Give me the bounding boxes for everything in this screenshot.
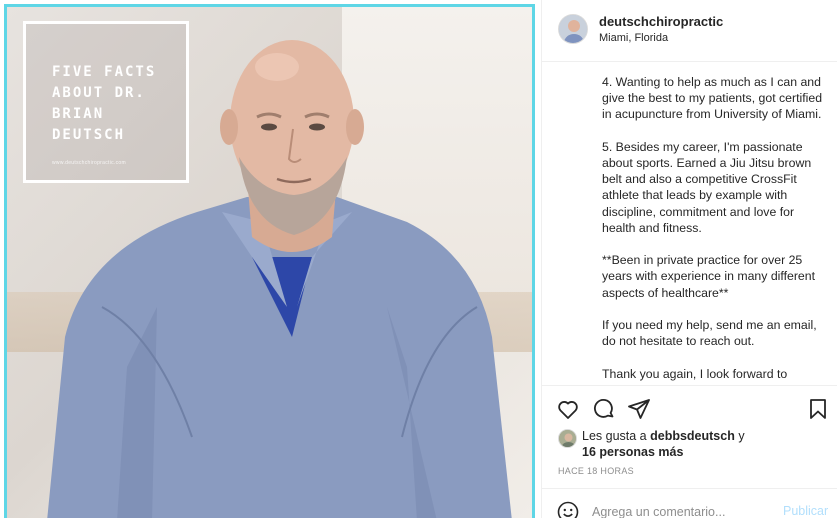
headline-line: ABOUT DR.	[52, 85, 146, 101]
heart-icon[interactable]	[556, 397, 580, 421]
post-side-panel: deutschchiropractic Miami, Florida 4. Wa…	[541, 0, 837, 518]
caption-paragraph: If you need my help, send me an email, d…	[602, 318, 817, 349]
post-comment-button[interactable]: Publicar	[783, 504, 828, 518]
post-media[interactable]: FIVE FACTS ABOUT DR. BRIAN DEUTSCH www.d…	[0, 0, 541, 518]
likes-prefix: Les gusta a	[582, 429, 651, 443]
post-header: deutschchiropractic Miami, Florida	[542, 0, 837, 62]
caption-paragraph: Thank you again, I look forward to	[602, 366, 788, 381]
liker-avatar-image	[559, 430, 576, 447]
comment-bubble-icon[interactable]	[592, 397, 616, 421]
username-link[interactable]: deutschchiropractic	[599, 14, 723, 29]
paper-plane-icon[interactable]	[627, 397, 651, 421]
location-link[interactable]: Miami, Florida	[599, 32, 668, 44]
five-facts-overlay: FIVE FACTS ABOUT DR. BRIAN DEUTSCH www.d…	[23, 21, 189, 183]
overlay-website: www.deutschchiropractic.com	[52, 160, 126, 166]
post-timestamp[interactable]: HACE 18 HORAS	[558, 466, 634, 476]
caption-paragraph: 4. Wanting to help as much as I can and …	[602, 75, 823, 122]
post-photo: FIVE FACTS ABOUT DR. BRIAN DEUTSCH www.d…	[4, 4, 535, 518]
caption-paragraph: **Been in private practice for over 25 y…	[602, 253, 816, 300]
likes-others-link[interactable]: 16 personas más	[582, 445, 683, 459]
caption-area: 4. Wanting to help as much as I can and …	[542, 62, 837, 386]
comment-input[interactable]	[592, 503, 772, 518]
likes-text: Les gusta a debbsdeutsch y 16 personas m…	[582, 428, 745, 460]
avatar[interactable]	[558, 14, 588, 44]
headline-line: DEUTSCH	[52, 127, 126, 143]
caption-paragraph: 5. Besides my career, I'm passionate abo…	[602, 139, 812, 235]
liker-username-link[interactable]: debbsdeutsch	[650, 429, 735, 443]
smiley-icon[interactable]	[556, 500, 580, 518]
liker-avatar[interactable]	[558, 429, 577, 448]
likes-summary: Les gusta a debbsdeutsch y 16 personas m…	[542, 426, 837, 462]
action-bar	[542, 394, 837, 424]
comment-bar: Publicar	[542, 488, 837, 518]
avatar-image	[559, 15, 587, 43]
headline-line: FIVE FACTS	[52, 64, 157, 80]
likes-connector: y	[734, 429, 745, 443]
headline-line: BRIAN	[52, 106, 105, 122]
bookmark-icon[interactable]	[806, 397, 830, 421]
